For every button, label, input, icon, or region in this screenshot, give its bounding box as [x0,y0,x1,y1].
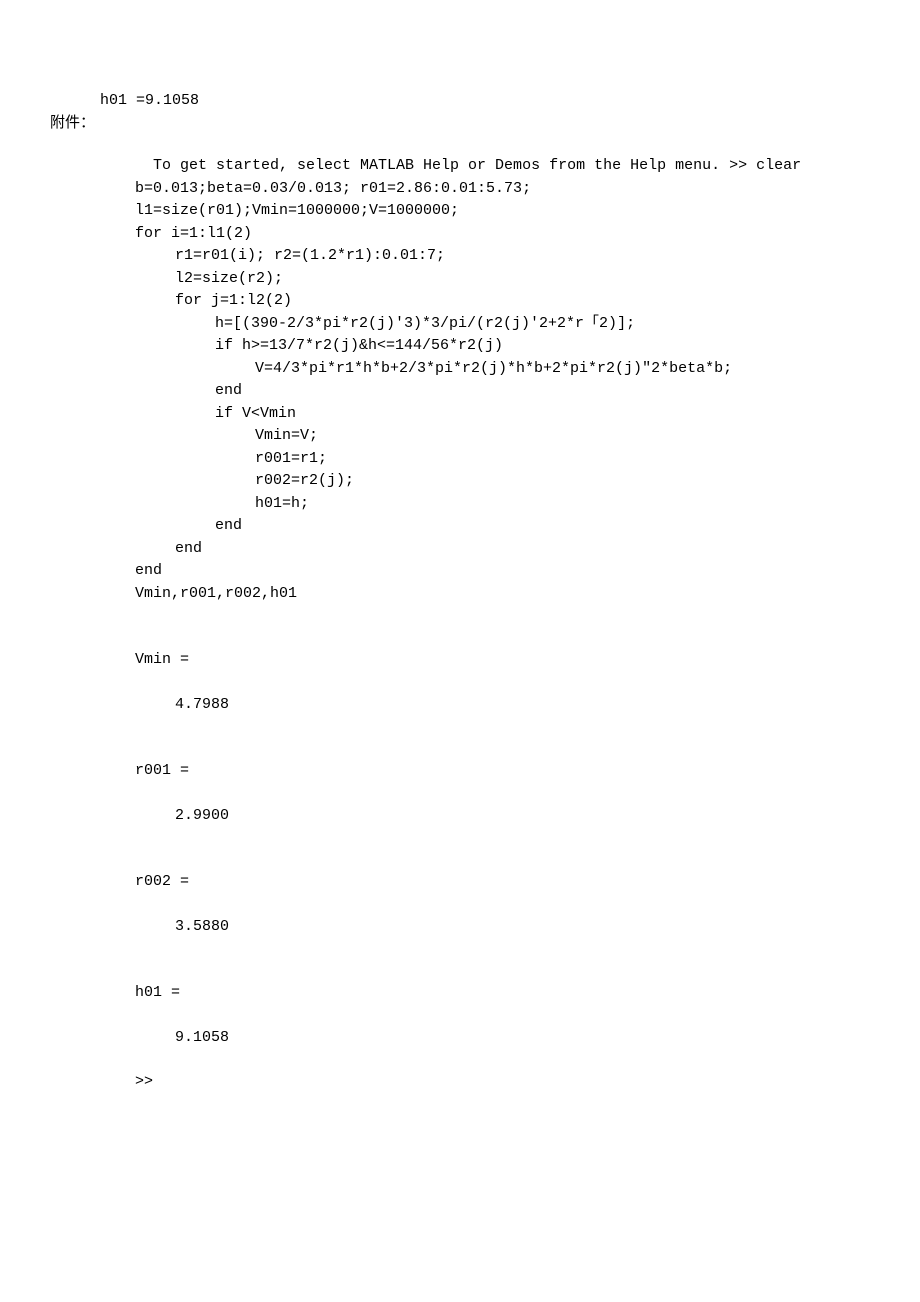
output-vmin-label: Vmin = [135,649,870,672]
output-r001-label: r001 = [135,760,870,783]
code-line: r001=r1; [255,448,870,471]
header-result: h01 =9.1058 [100,90,870,113]
code-intro: To get started, select MATLAB Help or De… [135,155,870,178]
code-line: if h>=13/7*r2(j)&h<=144/56*r2(j) [215,335,870,358]
code-line: for j=1:l2(2) [175,290,870,313]
code-line: end [175,538,870,561]
code-line: end [215,515,870,538]
code-line: r002=r2(j); [255,470,870,493]
output-h01-label: h01 = [135,982,870,1005]
code-line: for i=1:l1(2) [135,223,870,246]
document-page: h01 =9.1058 附件： To get started, select M… [100,90,870,1094]
code-line: end [215,380,870,403]
code-line: h01=h; [255,493,870,516]
output-r001-value: 2.9900 [175,805,870,828]
code-line: Vmin,r001,r002,h01 [135,583,870,606]
output-r002-value: 3.5880 [175,916,870,939]
code-line: h=[(390-2/3*pi*r2(j)'3)*3/pi/(r2(j)'2+2*… [215,313,870,336]
code-line: if V<Vmin [215,403,870,426]
code-block: To get started, select MATLAB Help or De… [135,155,870,1094]
output-r002-label: r002 = [135,871,870,894]
code-line: V=4/3*pi*r1*h*b+2/3*pi*r2(j)*h*b+2*pi*r2… [255,358,870,381]
matlab-prompt: >> [135,1071,870,1094]
output-vmin-value: 4.7988 [175,694,870,717]
code-line: b=0.013;beta=0.03/0.013; r01=2.86:0.01:5… [135,178,870,201]
code-line: Vmin=V; [255,425,870,448]
code-line: r1=r01(i); r2=(1.2*r1):0.01:7; [175,245,870,268]
code-line: end [135,560,870,583]
code-line: l1=size(r01);Vmin=1000000;V=1000000; [135,200,870,223]
appendix-label: 附件： [50,113,870,136]
output-h01-value: 9.1058 [175,1027,870,1050]
code-line: l2=size(r2); [175,268,870,291]
